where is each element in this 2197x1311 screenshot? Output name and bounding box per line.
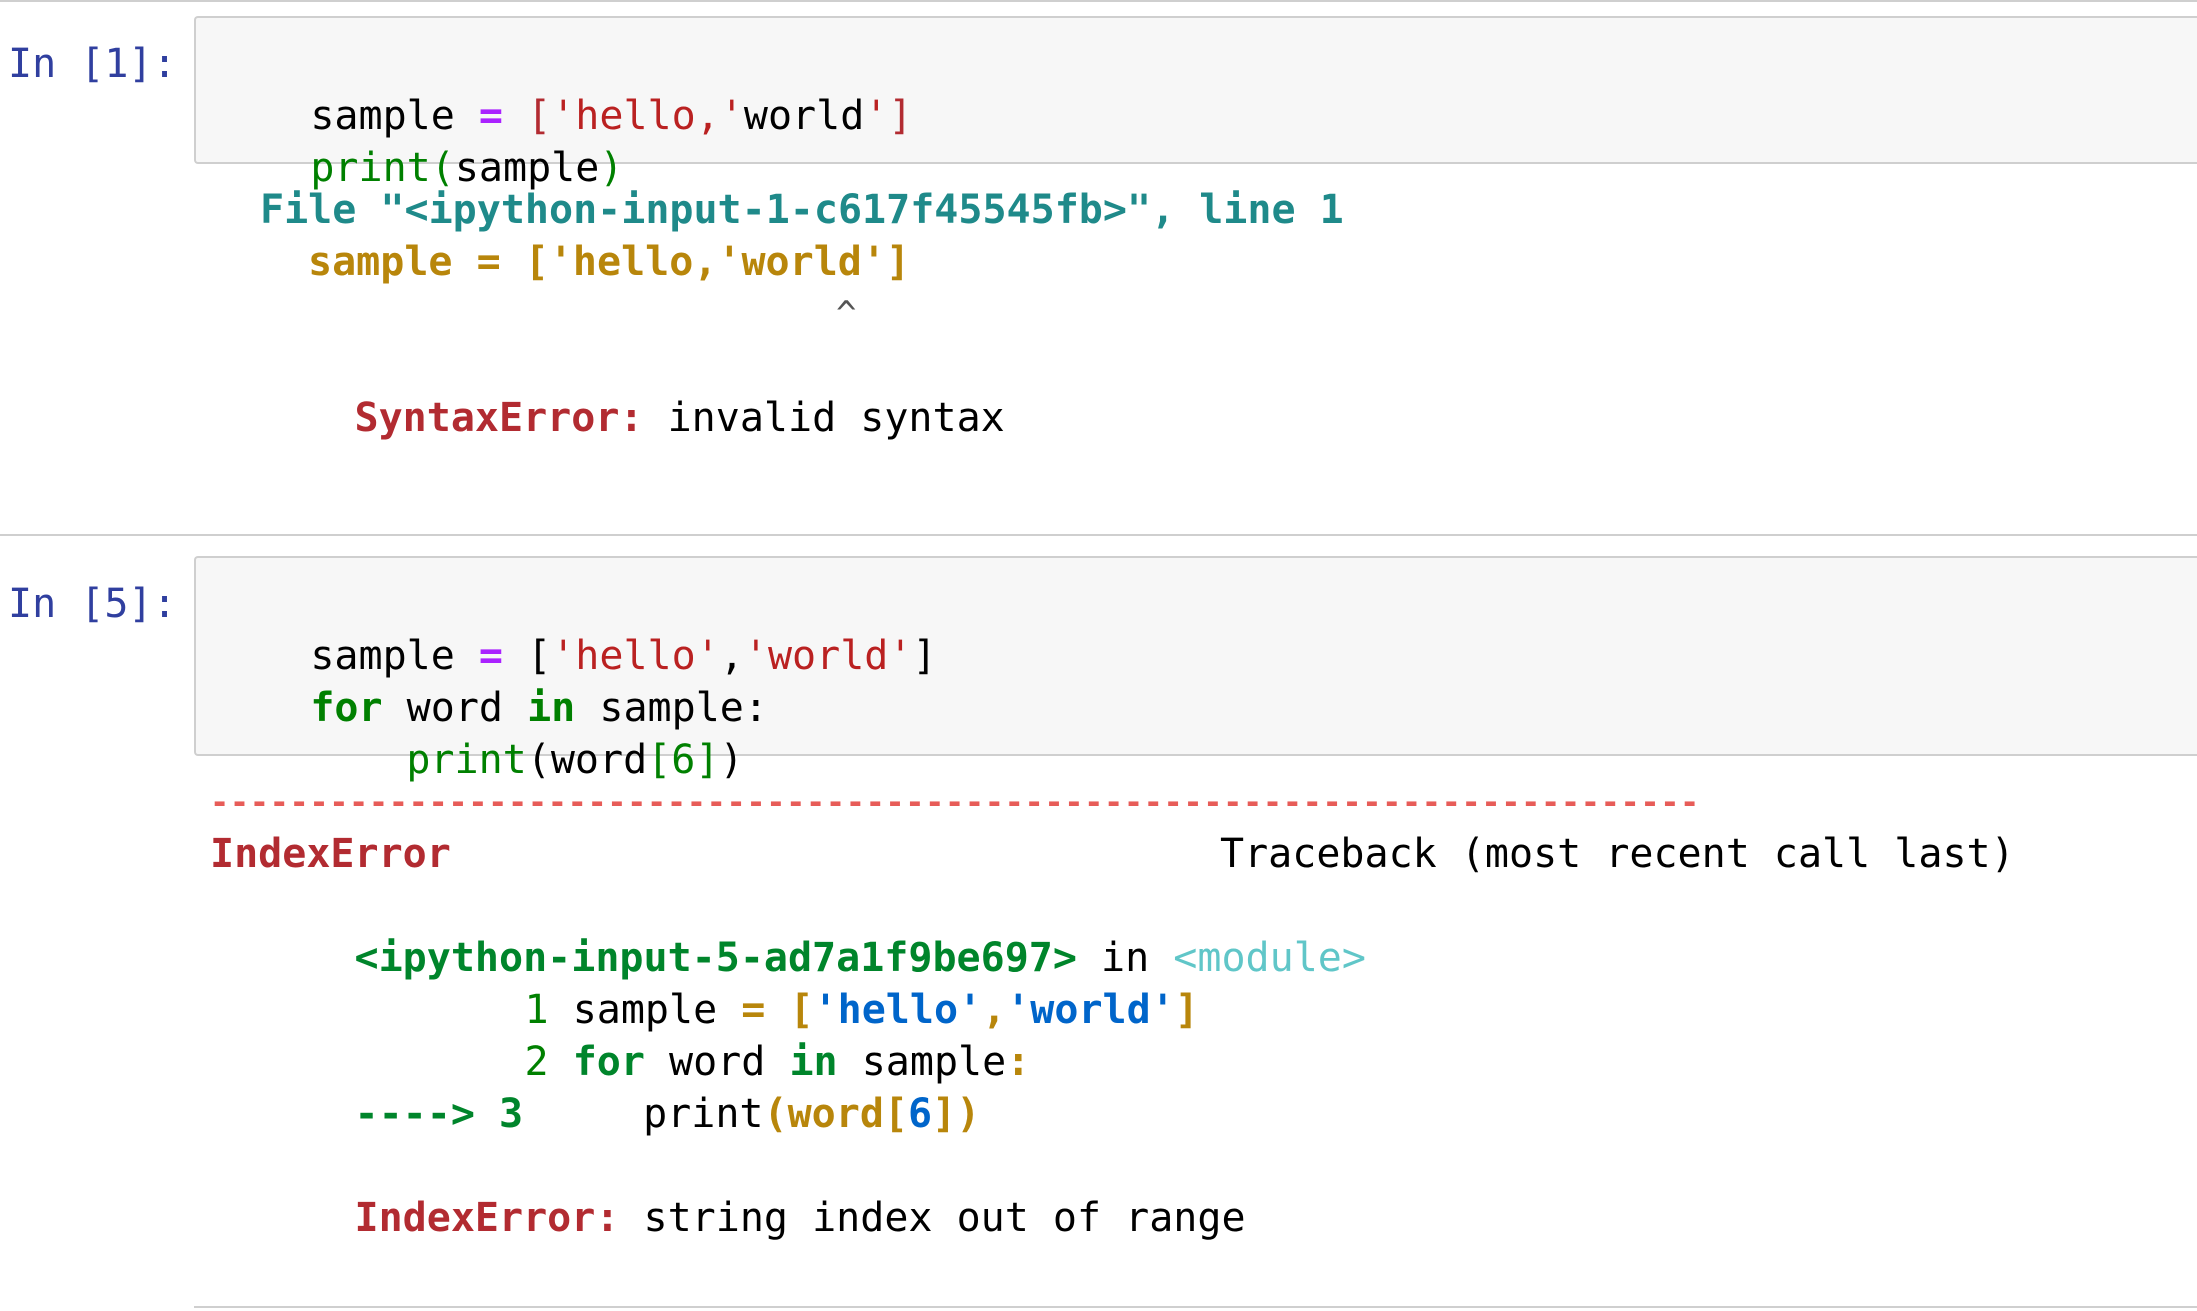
cell-prompt: In [1]: bbox=[8, 41, 177, 87]
error-message: SyntaxError: invalid syntax bbox=[354, 395, 1005, 441]
top-separator bbox=[0, 0, 2197, 2]
cell-separator bbox=[0, 534, 2197, 536]
bottom-separator bbox=[194, 1306, 2197, 1308]
traceback-error-name: IndexError bbox=[210, 831, 451, 877]
traceback-source-line: sample = ['hello,'world'] bbox=[308, 239, 911, 285]
traceback-label: Traceback (most recent call last) bbox=[1220, 831, 2015, 877]
error-message: IndexError: string index out of range bbox=[354, 1195, 1246, 1241]
traceback-file-line: File "<ipython-input-1-c617f45545fb>", l… bbox=[260, 187, 1344, 233]
traceback-divider: ----------------------------------------… bbox=[210, 783, 1700, 821]
cell-prompt: In [5]: bbox=[8, 581, 177, 627]
error-caret: ^ bbox=[836, 294, 857, 334]
